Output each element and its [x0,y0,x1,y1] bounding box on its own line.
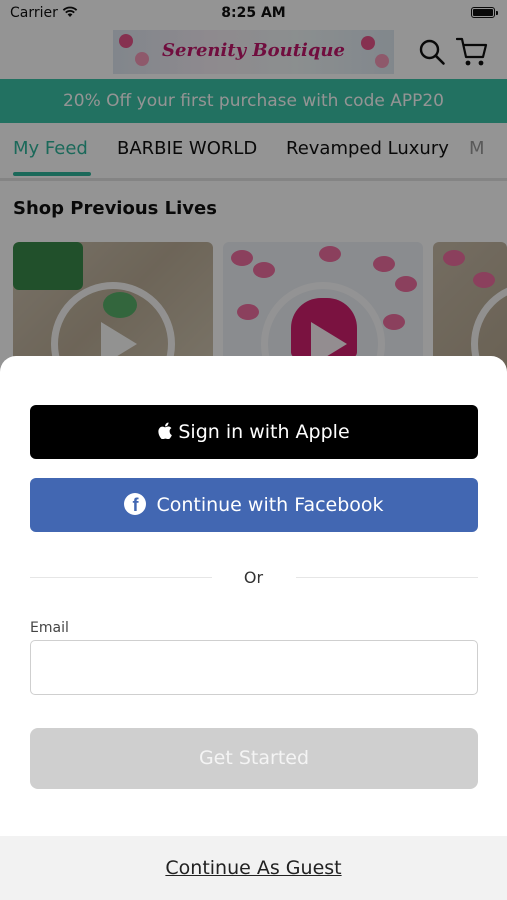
apple-icon [158,422,173,439]
continue-with-facebook-button[interactable]: f Continue with Facebook [30,478,478,532]
email-label: Email [30,620,69,636]
facebook-icon: f [124,492,147,515]
login-sheet: Sign in with Apple f Continue with Facebo… [0,356,507,900]
continue-as-guest-link[interactable]: Continue As Guest [0,857,507,879]
sign-in-with-apple-button[interactable]: Sign in with Apple [30,405,478,459]
facebook-button-label: Continue with Facebook [156,494,384,516]
get-started-button[interactable]: Get Started [30,728,478,789]
email-field[interactable] [30,640,478,695]
guest-bar: Continue As Guest [0,836,507,900]
app-screen: Carrier 8:25 AM Serenity Boutique 20% Of… [0,0,507,900]
apple-button-label: Sign in with Apple [178,421,350,443]
or-divider-right [296,577,478,578]
